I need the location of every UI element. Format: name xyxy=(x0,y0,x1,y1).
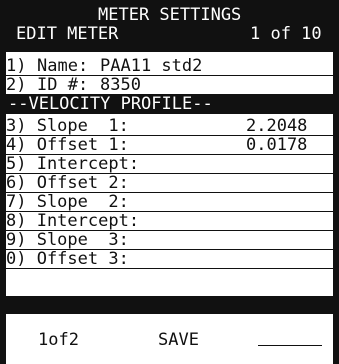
field-id-row[interactable]: 2) ID #: 8350 xyxy=(6,76,333,95)
softkey-blank[interactable] xyxy=(258,345,322,346)
profile-label: 6) Offset 2: xyxy=(6,173,129,193)
profile-label: 7) Slope 2: xyxy=(6,192,129,212)
profile-row-slope-3[interactable]: 9) Slope 3: xyxy=(6,231,333,250)
profile-value[interactable]: 0.0178 xyxy=(246,136,307,154)
screen-title: METER SETTINGS xyxy=(98,5,242,25)
profile-row-intercept-1[interactable]: 5) Intercept: xyxy=(6,155,333,174)
footer-bar xyxy=(6,296,333,314)
profile-row-offset-1[interactable]: 4) Offset 1: 0.0178 xyxy=(6,136,333,155)
profile-row-slope-1[interactable]: 3) Slope 1: 2.2048 xyxy=(6,117,333,136)
edit-mode-label: EDIT METER xyxy=(16,24,119,44)
section-title-row: --VELOCITY PROFILE-- xyxy=(6,95,333,114)
field-name-value[interactable]: PAA11 std2 xyxy=(100,57,202,75)
profile-value[interactable]: 2.2048 xyxy=(246,117,307,135)
profile-label: 4) Offset 1: xyxy=(6,135,129,155)
profile-label: 3) Slope 1: xyxy=(6,116,129,136)
profile-label: 8) Intercept: xyxy=(6,211,140,231)
field-name-label: Name: xyxy=(37,56,89,76)
edit-mode-row: EDIT METER 1 of 10 xyxy=(6,25,333,44)
softkey-page-toggle[interactable]: 1of2 xyxy=(38,330,79,350)
meter-settings-screen: METER SETTINGS EDIT METER 1 of 10 1) Nam… xyxy=(0,0,339,364)
field-name-row[interactable]: 1) Name: PAA11 std2 xyxy=(6,57,333,76)
page-indicator: 1 of 10 xyxy=(250,24,322,44)
screen-title-row: METER SETTINGS xyxy=(6,6,333,25)
profile-row-offset-2[interactable]: 6) Offset 2: xyxy=(6,174,333,193)
section-title: --VELOCITY PROFILE-- xyxy=(8,94,213,114)
profile-label: 0) Offset 3: xyxy=(6,249,129,269)
profile-row-slope-2[interactable]: 7) Slope 2: xyxy=(6,193,333,212)
field-id-key: 2) xyxy=(6,75,27,95)
profile-row-offset-3[interactable]: 0) Offset 3: xyxy=(6,250,333,269)
screen-border-right xyxy=(333,0,339,364)
field-id-label: ID #: xyxy=(37,75,89,95)
field-id-value[interactable]: 8350 xyxy=(100,76,141,94)
field-name-key: 1) xyxy=(6,56,27,76)
softkey-save[interactable]: SAVE xyxy=(158,330,199,350)
profile-label: 9) Slope 3: xyxy=(6,230,129,250)
profile-label: 5) Intercept: xyxy=(6,154,140,174)
profile-row-intercept-2[interactable]: 8) Intercept: xyxy=(6,212,333,231)
